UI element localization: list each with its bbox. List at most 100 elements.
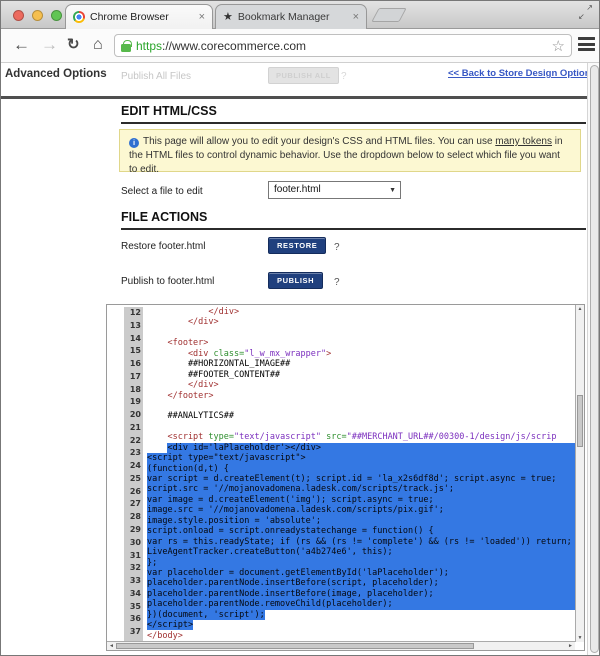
code-line[interactable] <box>147 422 575 432</box>
bookmark-star-icon[interactable]: ☆ <box>552 37 565 55</box>
back-to-store-design-link[interactable]: << Back to Store Design Options <box>448 68 587 79</box>
code-line[interactable]: var image = d.createElement('img'); scri… <box>147 495 575 505</box>
tab-label: Chrome Browser <box>90 11 194 23</box>
code-line[interactable]: image.src = '//mojanovadomena.ladesk.com… <box>147 505 575 515</box>
tab-close-icon[interactable]: × <box>199 12 205 22</box>
line-number: 16 <box>124 358 143 371</box>
code-line[interactable]: script.onload = script.onreadystatechang… <box>147 526 575 536</box>
file-actions-heading: FILE ACTIONS <box>121 210 586 230</box>
code-line[interactable]: </div> <box>147 307 575 317</box>
code-line[interactable]: image.style.position = 'absolute'; <box>147 516 575 526</box>
line-number: 19 <box>124 396 143 409</box>
code-line[interactable]: ##HORIZONTAL_IMAGE## <box>147 359 575 369</box>
resize-window-icon[interactable]: ↗↙ <box>579 5 593 19</box>
code-line[interactable]: </script> <box>147 620 575 630</box>
code-line[interactable]: })(document, 'script'); <box>147 610 575 620</box>
scroll-left-icon[interactable]: ◄ <box>109 643 114 649</box>
url-text[interactable]: https://www.corecommerce.com <box>136 39 547 53</box>
url-scheme: https <box>136 39 162 53</box>
chevron-down-icon: ▼ <box>389 187 396 194</box>
code-line[interactable]: LiveAgentTracker.createButton('a4b274e6'… <box>147 547 575 557</box>
address-bar[interactable]: https://www.corecommerce.com ☆ <box>114 34 572 57</box>
code-line[interactable] <box>147 401 575 411</box>
publish-help-link[interactable]: ? <box>334 277 340 288</box>
close-window-button[interactable] <box>13 10 24 21</box>
line-number: 25 <box>124 473 143 486</box>
code-line[interactable]: <footer> <box>147 338 575 348</box>
horizontal-scrollbar-thumb[interactable] <box>116 643 474 649</box>
forward-button[interactable]: → <box>41 33 58 57</box>
code-editor[interactable]: 1213141516171819202122232425262728293031… <box>106 304 585 651</box>
editor-horizontal-scrollbar[interactable]: ◄ ► <box>107 641 575 650</box>
code-line[interactable]: ##FOOTER_CONTENT## <box>147 370 575 380</box>
page-title: Advanced Options <box>5 68 107 80</box>
minimize-window-button[interactable] <box>32 10 43 21</box>
line-number: 32 <box>124 562 143 575</box>
browser-toolbar: ← → ↻ ⌂ https://www.corecommerce.com ☆ <box>1 29 600 63</box>
line-number: 27 <box>124 498 143 511</box>
line-number: 23 <box>124 447 143 460</box>
code-line[interactable]: placeholder.parentNode.insertBefore(scri… <box>147 578 575 588</box>
editor-gutter: 1213141516171819202122232425262728293031… <box>124 307 143 651</box>
vertical-scrollbar-thumb[interactable] <box>577 395 583 447</box>
code-line[interactable]: <script type="text/javascript"> <box>147 453 575 463</box>
restore-button[interactable]: RESTORE <box>268 237 326 254</box>
code-line[interactable]: ##ANALYTICS## <box>147 411 575 421</box>
home-button[interactable]: ⌂ <box>93 33 103 57</box>
code-line[interactable]: var placeholder = document.getElementByI… <box>147 568 575 578</box>
info-icon: i <box>129 138 139 148</box>
header-divider <box>1 96 587 99</box>
page-scrollbar-thumb[interactable] <box>590 65 599 653</box>
file-select-value: footer.html <box>274 184 321 195</box>
line-number: 28 <box>124 511 143 524</box>
title-bar: Chrome Browser × ★ Bookmark Manager × ↗↙ <box>1 1 600 29</box>
tab-bookmark-manager[interactable]: ★ Bookmark Manager × <box>215 4 367 29</box>
info-box: i This page will allow you to edit your d… <box>119 129 581 172</box>
publish-all-button[interactable]: PUBLISH ALL <box>268 67 339 84</box>
code-line[interactable]: var script = d.createElement(t); script.… <box>147 474 575 484</box>
tab-close-icon[interactable]: × <box>353 12 359 22</box>
line-number: 30 <box>124 537 143 550</box>
code-line[interactable]: placeholder.parentNode.insertBefore(imag… <box>147 589 575 599</box>
new-tab-button[interactable] <box>371 8 406 22</box>
code-line[interactable]: <div id='laPlaceholder'></div> <box>147 443 575 453</box>
restore-help-link[interactable]: ? <box>334 242 340 253</box>
publish-button[interactable]: PUBLISH <box>268 272 323 289</box>
code-line[interactable]: script.src = '//mojanovadomena.ladesk.co… <box>147 484 575 494</box>
code-line[interactable]: (function(d,t) { <box>147 464 575 474</box>
line-number: 24 <box>124 460 143 473</box>
line-number: 35 <box>124 601 143 614</box>
info-text: This page will allow you to edit your de… <box>143 136 495 147</box>
tab-chrome-browser[interactable]: Chrome Browser × <box>65 4 213 29</box>
editor-vertical-scrollbar[interactable]: ▲ ▼ <box>575 305 584 642</box>
file-select-dropdown[interactable]: footer.html ▼ <box>268 181 401 199</box>
code-line[interactable]: var rs = this.readyState; if (rs && (rs … <box>147 537 575 547</box>
reload-button[interactable]: ↻ <box>67 33 80 57</box>
code-line[interactable]: <script type="text/javascript" src="##ME… <box>147 432 575 442</box>
code-line[interactable]: </footer> <box>147 391 575 401</box>
code-line[interactable]: }; <box>147 558 575 568</box>
code-line[interactable]: </div> <box>147 380 575 390</box>
line-number: 26 <box>124 486 143 499</box>
tab-label: Bookmark Manager <box>238 11 348 23</box>
line-number: 21 <box>124 422 143 435</box>
code-line[interactable]: </body> <box>147 631 575 641</box>
publish-all-help-link[interactable]: ? <box>341 71 347 82</box>
menu-icon[interactable] <box>578 37 595 54</box>
scroll-up-icon[interactable]: ▲ <box>576 306 584 312</box>
many-tokens-link[interactable]: many tokens <box>495 136 552 147</box>
restore-label: Restore footer.html <box>121 241 205 252</box>
zoom-window-button[interactable] <box>51 10 62 21</box>
line-number: 12 <box>124 307 143 320</box>
code-line[interactable]: </div> <box>147 317 575 327</box>
code-line[interactable] <box>147 328 575 338</box>
code-line[interactable]: <div class="l_w_mx_wrapper"> <box>147 349 575 359</box>
back-button[interactable]: ← <box>13 33 30 57</box>
https-lock-icon <box>121 44 131 52</box>
scroll-down-icon[interactable]: ▼ <box>576 635 584 641</box>
line-number: 15 <box>124 345 143 358</box>
page-scrollbar[interactable] <box>587 63 600 656</box>
scroll-right-icon[interactable]: ► <box>568 643 573 649</box>
editor-code[interactable]: </div> </div> <footer> <div class="l_w_m… <box>147 307 575 651</box>
code-line[interactable]: placeholder.parentNode.removeChild(place… <box>147 599 575 609</box>
